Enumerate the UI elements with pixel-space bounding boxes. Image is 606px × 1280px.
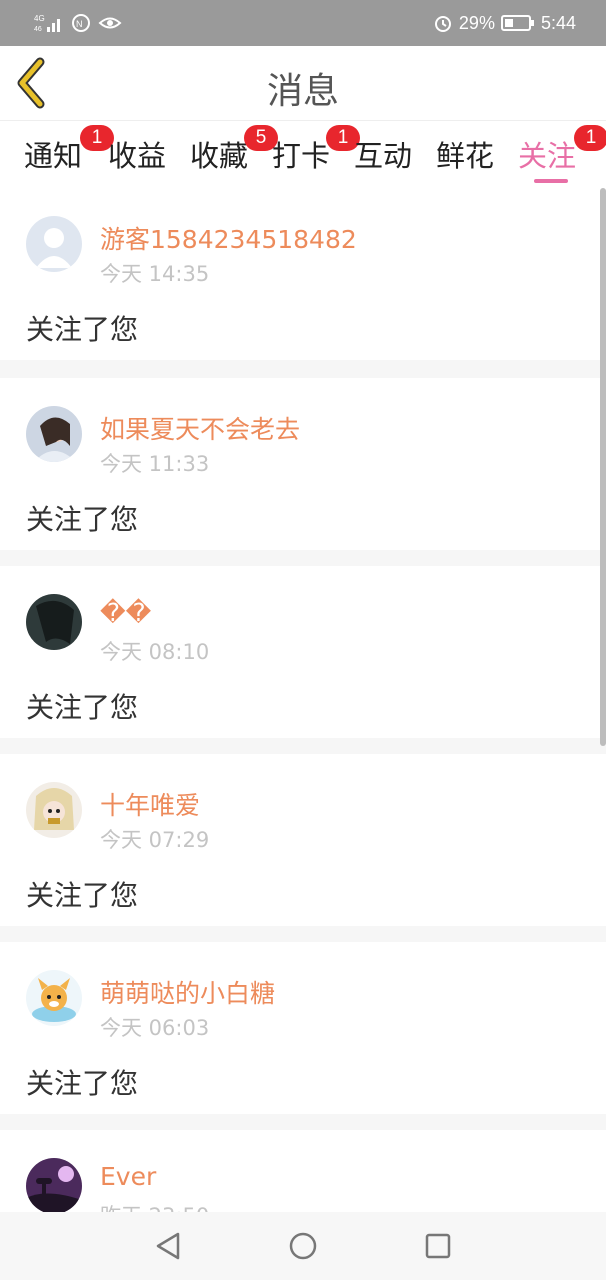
avatar[interactable]	[26, 406, 82, 462]
message-list[interactable]: 游客1584234518482 今天 14:35 关注了您 如果夏天不会老去 今…	[0, 188, 606, 1212]
tab-label: 通知	[24, 139, 83, 173]
avatar-photo	[26, 1158, 82, 1212]
tab-notice[interactable]: 通知 1	[24, 125, 114, 175]
square-recents-icon	[425, 1233, 451, 1259]
svg-text:46: 46	[34, 26, 42, 33]
avatar[interactable]	[26, 216, 82, 272]
user-name[interactable]: 如果夏天不会老去	[100, 410, 300, 446]
message-text: 关注了您	[26, 691, 139, 724]
user-name[interactable]: 游客1584234518482	[100, 220, 357, 256]
nav-back-button[interactable]	[150, 1226, 190, 1266]
network-signal-icon: 4G 46	[34, 12, 64, 34]
tab-label: 收藏	[190, 139, 249, 173]
nav-recents-button[interactable]	[418, 1226, 458, 1266]
scrollbar[interactable]	[600, 188, 606, 746]
circle-home-icon	[289, 1232, 317, 1260]
avatar-photo	[26, 782, 82, 838]
clock-time: 5:44	[540, 12, 576, 33]
triangle-back-icon	[156, 1232, 180, 1260]
battery-percent: 29%	[458, 12, 495, 33]
tab-label: 收益	[108, 139, 167, 173]
tab-label: 打卡	[272, 139, 331, 173]
avatar[interactable]	[26, 970, 82, 1026]
avatar[interactable]	[26, 782, 82, 838]
timestamp: 今天 07:29	[100, 828, 210, 852]
header-bar: 消息	[0, 46, 606, 120]
tab-follow[interactable]: 关注 1	[518, 125, 606, 175]
tab-label: 鲜花	[436, 139, 495, 173]
avatar[interactable]	[26, 594, 82, 650]
nav-home-button[interactable]	[283, 1226, 323, 1266]
eye-comfort-icon	[98, 12, 122, 34]
battery-icon	[500, 14, 535, 32]
list-item[interactable]: �� 今天 08:10 关注了您	[0, 566, 606, 738]
default-user-icon	[26, 216, 82, 272]
timestamp: 昨天 23:50	[100, 1200, 209, 1212]
list-item[interactable]: Ever 昨天 23:50	[0, 1130, 606, 1212]
message-text: 关注了您	[26, 313, 139, 346]
avatar[interactable]	[26, 1158, 82, 1212]
user-name[interactable]: 十年唯爱	[100, 786, 200, 822]
message-text: 关注了您	[26, 503, 139, 536]
list-item[interactable]: 游客1584234518482 今天 14:35 关注了您	[0, 188, 606, 360]
active-tab-indicator	[534, 179, 568, 183]
tab-label: 互动	[354, 139, 413, 173]
list-item[interactable]: 萌萌哒的小白糖 今天 06:03 关注了您	[0, 942, 606, 1114]
tab-earnings[interactable]: 收益	[108, 133, 166, 175]
timestamp: 今天 14:35	[100, 262, 210, 286]
tab-interaction[interactable]: 互动	[354, 133, 412, 175]
timestamp: 今天 06:03	[100, 1016, 210, 1040]
list-item[interactable]: 十年唯爱 今天 07:29 关注了您	[0, 754, 606, 926]
avatar-photo	[26, 970, 82, 1026]
user-name[interactable]: ��	[100, 598, 151, 627]
data-saver-icon: N	[70, 12, 92, 34]
timestamp: 今天 08:10	[100, 640, 210, 664]
page-title: 消息	[266, 71, 339, 112]
tab-flowers[interactable]: 鲜花	[436, 133, 494, 175]
user-name[interactable]: 萌萌哒的小白糖	[100, 974, 275, 1010]
user-name[interactable]: Ever	[100, 1162, 156, 1191]
tab-label: 关注	[518, 139, 577, 173]
system-navigation-bar	[0, 1212, 606, 1280]
tab-checkin[interactable]: 打卡 1	[272, 125, 360, 175]
svg-text:N: N	[76, 19, 83, 29]
timestamp: 今天 11:33	[100, 452, 210, 476]
svg-text:4G: 4G	[34, 14, 45, 23]
tab-favorites[interactable]: 收藏 5	[190, 125, 278, 175]
message-text: 关注了您	[26, 1067, 139, 1100]
tab-bar: 通知 1 收益 收藏 5 打卡 1 互动 鲜花 关注 1	[0, 120, 606, 189]
message-text: 关注了您	[26, 879, 139, 912]
status-bar: 4G 46 N 29% 5:44	[0, 0, 606, 46]
alarm-icon	[433, 13, 453, 33]
list-item[interactable]: 如果夏天不会老去 今天 11:33 关注了您	[0, 378, 606, 550]
avatar-photo	[26, 406, 82, 462]
unread-badge: 1	[574, 125, 606, 151]
avatar-photo	[26, 594, 82, 650]
